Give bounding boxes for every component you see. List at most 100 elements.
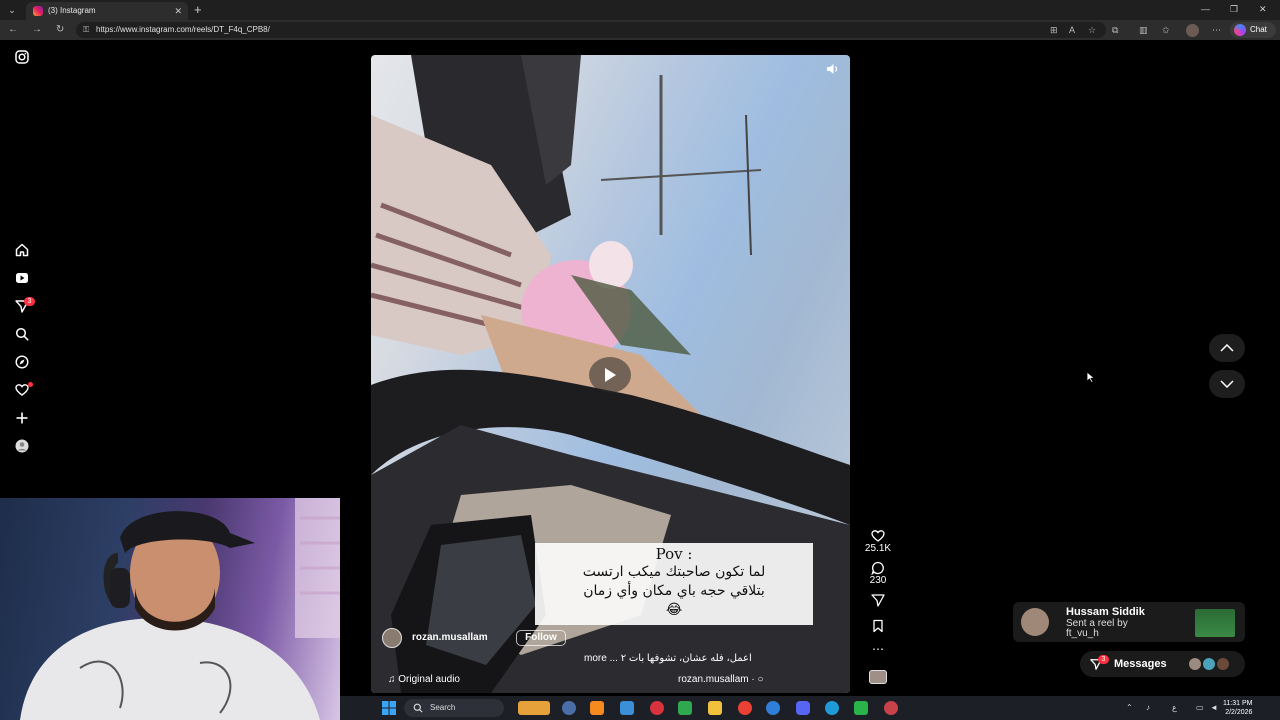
restore-icon[interactable]: ❐ (1230, 3, 1238, 15)
split-screen-icon[interactable]: ▥ (1139, 24, 1148, 36)
url-field[interactable]: ⚿ https://www.instagram.com/reels/DT_F4q… (76, 22, 1106, 38)
caption-line-2: بتلاقي حجه باي مكان وأي زمان (583, 583, 765, 599)
excel-icon[interactable] (678, 701, 692, 715)
read-aloud-icon[interactable]: A (1069, 24, 1075, 36)
edge-icon[interactable] (825, 701, 839, 715)
windows-start-icon[interactable] (382, 701, 396, 715)
caption-emoji: 😂 (665, 602, 683, 618)
media-player-icon[interactable] (854, 701, 868, 715)
message-notification-toast[interactable]: Hussam Siddik Sent a reel by ft_vu_h (1013, 602, 1245, 642)
save-action[interactable] (862, 619, 894, 633)
app-available-icon[interactable]: ⊞ (1050, 24, 1058, 36)
display-icon[interactable]: ▭ (1196, 702, 1204, 714)
tab-close-icon[interactable]: ✕ (174, 5, 182, 17)
follow-button[interactable]: Follow (516, 630, 566, 646)
like-action[interactable]: 25.1K (862, 529, 894, 555)
explore-compass-icon[interactable] (13, 353, 31, 371)
comment-action[interactable]: 230 (862, 561, 894, 587)
search-icon[interactable] (13, 325, 31, 343)
tray-overflow-chevron-icon[interactable]: ⌃ (1126, 702, 1133, 714)
toast-message: Sent a reel by ft_vu_h (1066, 619, 1128, 639)
conversation-avatar (1202, 657, 1216, 671)
browser-tab-bar: ⌄ (3) Instagram ✕ + — ❐ ✕ (0, 0, 1280, 20)
messages-button[interactable]: 3 Messages (1080, 651, 1245, 677)
play-button[interactable] (589, 357, 631, 393)
next-reel-button[interactable] (1209, 370, 1245, 398)
author-username[interactable]: rozan.musallam (412, 632, 488, 644)
mouse-cursor-icon (1086, 371, 1096, 383)
comment-bubble-icon[interactable] (870, 561, 886, 575)
chrome-icon[interactable] (738, 701, 752, 715)
more-options-icon[interactable]: ⋯ (862, 643, 894, 655)
profile-avatar-icon[interactable] (13, 437, 31, 455)
search-placeholder: Search (430, 703, 456, 712)
chat-label: Chat (1250, 25, 1267, 34)
play-icon (605, 368, 616, 382)
copilot-chat-button[interactable]: Chat (1230, 22, 1276, 38)
reels-icon[interactable] (13, 269, 31, 287)
webcam-person-image (20, 498, 340, 720)
tab-title: (3) Instagram (48, 6, 96, 15)
chevron-up-icon (1220, 344, 1234, 352)
new-tab-plus-icon[interactable]: + (194, 2, 202, 18)
conversation-avatar (1188, 657, 1202, 671)
create-plus-icon[interactable] (13, 409, 31, 427)
clock-date: 2/2/2026 (1225, 709, 1253, 716)
audio-label[interactable]: ♫ Original audio (388, 673, 460, 686)
system-clock[interactable]: 11:31 PM 2/2/2026 (1223, 699, 1252, 717)
conversation-avatar (1216, 657, 1230, 671)
input-language[interactable]: ع (1172, 702, 1177, 714)
share-send-icon[interactable] (870, 593, 886, 607)
audio-author[interactable]: rozan.musallam · ○ (678, 673, 764, 686)
widgets-icon[interactable] (518, 701, 550, 715)
streamer-webcam-overlay (0, 498, 340, 720)
browser-tab-instagram[interactable]: (3) Instagram ✕ (26, 2, 188, 20)
instagram-logo-icon[interactable] (13, 48, 31, 66)
audio-thumbnail[interactable] (869, 670, 887, 684)
volume-icon[interactable]: ◄ (1210, 702, 1218, 714)
caption-pov: Pov : (655, 545, 693, 563)
previous-reel-button[interactable] (1209, 334, 1245, 362)
audio-volume-icon[interactable] (826, 62, 840, 74)
caption-line-1: لما تكون صاحبتك ميكب ارتست (582, 564, 766, 580)
taskbar-search[interactable]: Search (404, 699, 504, 717)
more-menu-icon[interactable]: ⋯ (1212, 24, 1221, 36)
clock-time: 11:31 PM (1223, 700, 1253, 707)
tab-actions-chevron-icon[interactable]: ⌄ (4, 3, 20, 17)
like-count: 25.1K (864, 543, 892, 554)
file-explorer-icon[interactable] (708, 701, 722, 715)
minimize-icon[interactable]: — (1201, 3, 1210, 15)
favorite-star-icon[interactable]: ☆ (1088, 24, 1096, 36)
forward-arrow-icon[interactable]: → (32, 23, 42, 37)
back-arrow-icon[interactable]: ← (8, 23, 18, 37)
bookmark-icon[interactable] (870, 619, 886, 633)
share-action[interactable] (862, 593, 894, 607)
photos-icon[interactable] (620, 701, 634, 715)
toast-line-2: ft_vu_h (1066, 628, 1099, 639)
profile-avatar[interactable] (1186, 24, 1199, 37)
reload-icon[interactable]: ↻ (56, 23, 64, 37)
reel-description[interactable]: اعمل، فله عشان، تشوفها بات ٢ ... more (584, 652, 752, 665)
settings-gear-icon[interactable] (562, 701, 576, 715)
extensions-icon[interactable]: ⧉ (1112, 24, 1118, 36)
opera-icon[interactable] (650, 701, 664, 715)
site-info-icon[interactable]: ⚿ (83, 24, 89, 36)
messages-badge: 3 (1098, 655, 1109, 664)
window-close-icon[interactable]: ✕ (1259, 3, 1267, 15)
chevron-down-icon (1220, 380, 1234, 388)
audio-info[interactable]: ♫ Original audio rozan.musallam · ○ (388, 673, 788, 687)
url-text: https://www.instagram.com/reels/DT_F4q_C… (96, 25, 270, 34)
recording-app-icon[interactable] (884, 701, 898, 715)
like-heart-icon[interactable] (870, 529, 886, 543)
microphone-icon[interactable]: ♪ (1146, 702, 1150, 714)
search-icon (413, 703, 423, 713)
author-avatar[interactable] (382, 628, 402, 648)
favorites-icon[interactable]: ✩ (1162, 24, 1170, 36)
discord-icon[interactable] (796, 701, 810, 715)
comment-count: 230 (869, 575, 887, 586)
windows-taskbar: Search ⌃ ♪ ع ▭ ◄ 11:31 PM 2/2/2026 (340, 696, 1280, 720)
browser-icon[interactable] (766, 701, 780, 715)
soundcloud-icon[interactable] (590, 701, 604, 715)
notifications-dot (28, 382, 33, 387)
home-icon[interactable] (13, 241, 31, 259)
